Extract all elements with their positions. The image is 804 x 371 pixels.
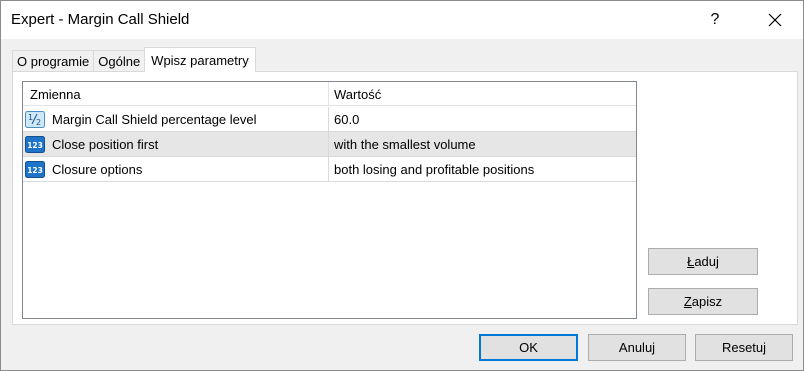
numeric-123-icon: 123	[25, 135, 45, 153]
svg-text:123: 123	[27, 166, 43, 175]
parameter-row[interactable]: 123 Close position first with the smalle…	[23, 132, 636, 157]
save-button[interactable]: Zapisz	[648, 288, 758, 315]
parameter-name: Closure options	[52, 161, 143, 177]
parameter-row[interactable]: 123 Closure options both losing and prof…	[23, 157, 636, 182]
close-button[interactable]	[749, 1, 801, 39]
svg-text:2: 2	[36, 118, 41, 127]
window-title: Expert - Margin Call Shield	[11, 11, 190, 28]
title-bar: Expert - Margin Call Shield ?	[1, 1, 803, 39]
parameters-grid: Zmienna Wartość 1 2 Margin Call Shield p…	[22, 81, 637, 319]
parameter-value[interactable]: with the smallest volume	[329, 132, 636, 156]
svg-text:123: 123	[27, 141, 43, 150]
reset-button[interactable]: Resetuj	[695, 334, 793, 361]
tab-panel: Zmienna Wartość 1 2 Margin Call Shield p…	[12, 71, 798, 325]
load-button[interactable]: Ładuj	[648, 248, 758, 275]
column-header-value[interactable]: Wartość	[329, 82, 636, 106]
ok-button[interactable]: OK	[479, 334, 578, 361]
ok-button-label: OK	[519, 340, 538, 355]
parameter-name-cell: 123 Close position first	[23, 132, 329, 156]
dialog-window: Expert - Margin Call Shield ? O programi…	[0, 0, 804, 371]
help-icon: ?	[710, 11, 720, 28]
tab-inputs-label: Wpisz parametry	[151, 52, 249, 68]
parameter-name: Close position first	[52, 136, 159, 152]
parameter-name: Margin Call Shield percentage level	[52, 111, 257, 127]
parameter-name-cell: 123 Closure options	[23, 157, 329, 181]
cancel-button-label: Anuluj	[618, 340, 656, 355]
save-button-label: apisz	[691, 294, 723, 309]
tab-strip: O programie Ogólne Wpisz parametry	[12, 47, 256, 72]
grid-header: Zmienna Wartość	[23, 82, 636, 106]
column-header-variable-label: Zmienna	[30, 86, 81, 102]
tab-inputs[interactable]: Wpisz parametry	[144, 47, 256, 72]
tab-general-label: Ogólne	[98, 54, 141, 69]
parameter-row[interactable]: 1 2 Margin Call Shield percentage level …	[23, 107, 636, 132]
reset-button-label: Resetuj	[721, 340, 767, 355]
tab-about-label: O programie	[17, 54, 90, 69]
help-button[interactable]: ?	[691, 1, 739, 39]
save-button-mnemonic: Z	[683, 294, 692, 309]
column-header-variable[interactable]: Zmienna	[23, 82, 329, 106]
parameter-value[interactable]: both losing and profitable positions	[329, 157, 636, 181]
tab-general[interactable]: Ogólne	[93, 50, 146, 72]
column-header-value-label: Wartość	[334, 86, 382, 102]
parameter-value[interactable]: 60.0	[329, 107, 636, 131]
fraction-icon: 1 2	[25, 110, 45, 128]
svg-text:1: 1	[28, 113, 33, 122]
load-button-label: aduj	[694, 254, 719, 269]
numeric-123-icon: 123	[25, 160, 45, 178]
close-icon	[768, 13, 782, 27]
parameter-name-cell: 1 2 Margin Call Shield percentage level	[23, 107, 329, 131]
load-button-mnemonic: Ł	[687, 254, 695, 269]
tab-about[interactable]: O programie	[12, 50, 95, 72]
cancel-button[interactable]: Anuluj	[588, 334, 686, 361]
